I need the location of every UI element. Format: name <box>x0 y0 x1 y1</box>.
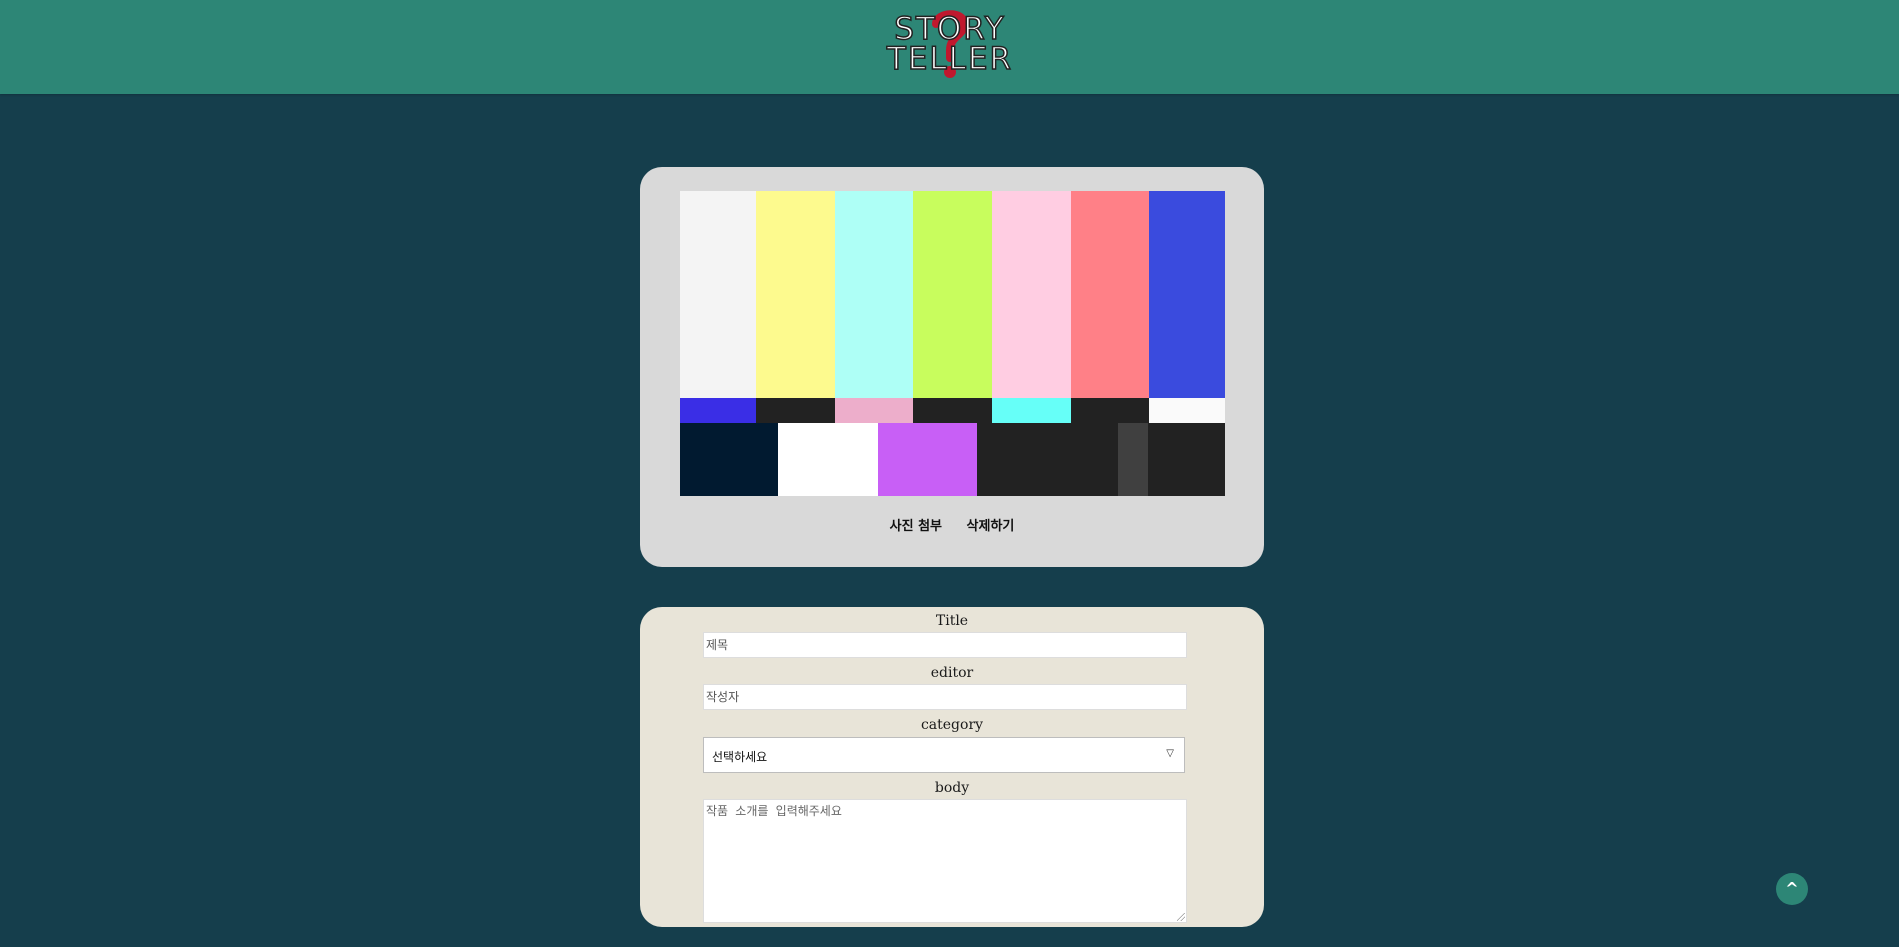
image-preview <box>680 191 1225 496</box>
header: STORY TELLER <box>0 0 1899 94</box>
attach-photo-button[interactable]: 사진 첨부 <box>890 515 942 534</box>
resize-handle-icon[interactable] <box>1177 913 1185 921</box>
block-navy <box>680 423 778 496</box>
color-bar-white <box>680 191 756 398</box>
block-purple <box>878 423 977 496</box>
color-bar-blue <box>1149 191 1225 398</box>
color-bar-pink <box>992 191 1071 398</box>
strip-dark <box>913 398 992 423</box>
block-gray <box>1118 423 1148 496</box>
strip-white <box>1149 398 1225 423</box>
block-white <box>778 423 878 496</box>
story-form-card: Title 제목 editor 작성자 category 선택하세요 ▽ bod… <box>640 607 1264 927</box>
color-bar-cyan <box>835 191 913 398</box>
strip-pink <box>835 398 913 423</box>
category-select[interactable]: 선택하세요 ▽ <box>703 737 1185 773</box>
strip-blue <box>680 398 756 423</box>
body-placeholder: 작품 소개를 입력해주세요 <box>706 804 842 818</box>
block-dark <box>977 423 1118 496</box>
image-actions: 사진 첨부 삭제하기 <box>640 515 1264 534</box>
dropdown-arrow-icon: ▽ <box>1166 748 1174 759</box>
color-bar-red <box>1071 191 1149 398</box>
image-upload-card: 사진 첨부 삭제하기 <box>640 167 1264 567</box>
logo-text-line2: TELLER <box>886 41 1014 77</box>
color-bar-yellow <box>756 191 835 398</box>
body-textarea[interactable]: 작품 소개를 입력해주세요 <box>703 799 1187 923</box>
block-dark <box>1148 423 1225 496</box>
editor-label: editor <box>930 665 974 681</box>
category-label: category <box>920 717 984 733</box>
editor-input[interactable]: 작성자 <box>703 684 1187 710</box>
title-label: Title <box>935 613 969 629</box>
color-bar-green <box>913 191 992 398</box>
scroll-to-top-button[interactable]: ^ <box>1776 873 1808 905</box>
story-teller-logo[interactable]: STORY TELLER <box>868 6 1032 82</box>
strip-dark <box>756 398 835 423</box>
strip-cyan <box>992 398 1071 423</box>
category-selected-value: 선택하세요 <box>712 750 768 764</box>
delete-photo-button[interactable]: 삭제하기 <box>967 515 1015 534</box>
title-input[interactable]: 제목 <box>703 632 1187 658</box>
body-label: body <box>934 780 970 796</box>
strip-dark <box>1071 398 1149 423</box>
